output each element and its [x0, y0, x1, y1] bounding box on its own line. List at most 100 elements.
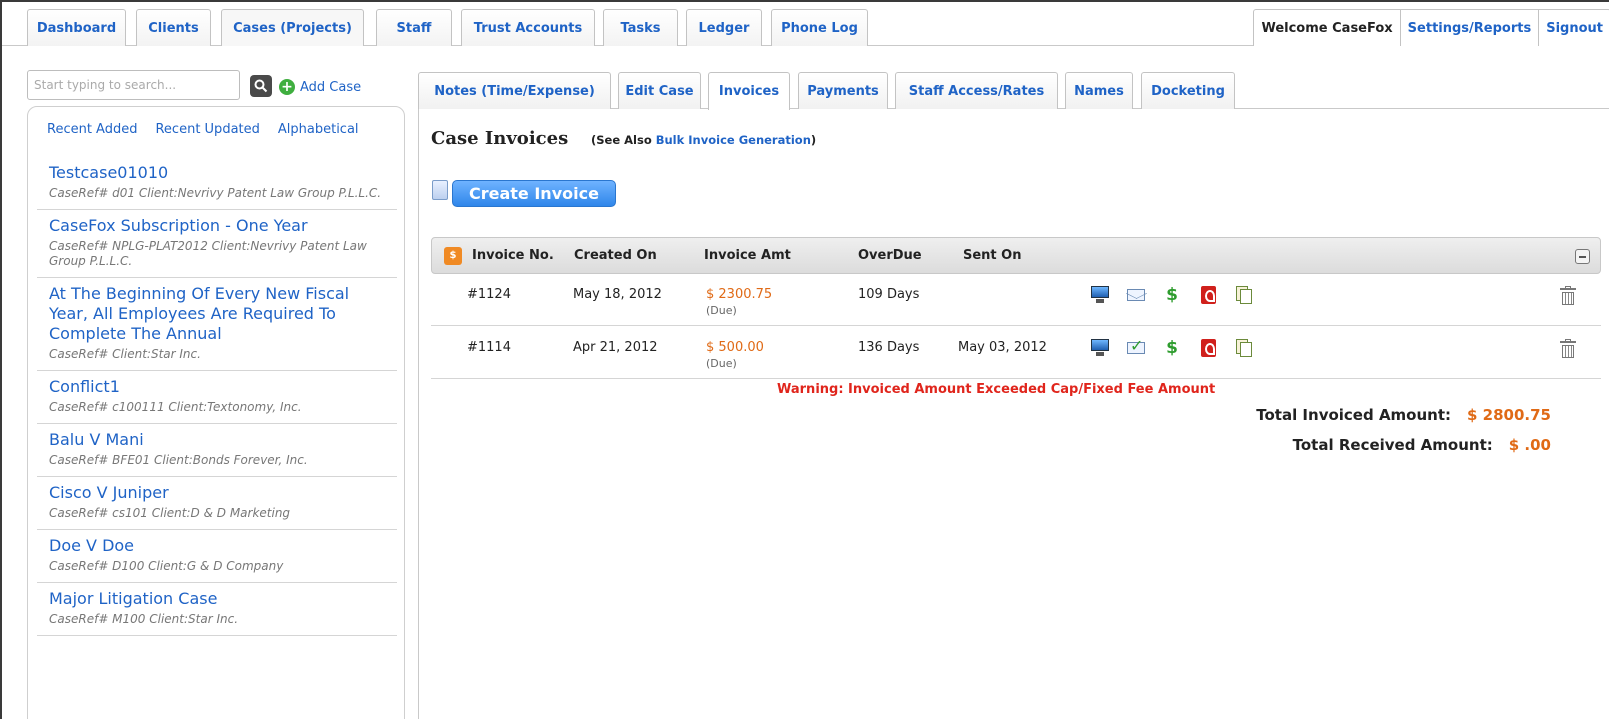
total-invoiced: Total Invoiced Amount: $ 2800.75: [1256, 406, 1551, 424]
row-actions: $: [1090, 285, 1254, 305]
invoice-table-header: $ Invoice No. Created On Invoice Amt Ove…: [431, 237, 1601, 274]
settings-reports-link[interactable]: Settings/Reports: [1399, 10, 1539, 46]
tab-cases[interactable]: Cases (Projects): [221, 9, 364, 46]
user-menu: Welcome CaseFox Settings/Reports Signout: [1253, 9, 1609, 46]
add-case-button[interactable]: + Add Case: [279, 78, 361, 96]
list-item[interactable]: Major Litigation Case CaseRef# M100 Clie…: [37, 583, 397, 636]
list-item[interactable]: Balu V Mani CaseRef# BFE01 Client:Bonds …: [37, 424, 397, 477]
payment-icon[interactable]: $: [1162, 285, 1182, 305]
case-title[interactable]: Testcase01010: [49, 163, 385, 183]
case-title[interactable]: CaseFox Subscription - One Year: [49, 216, 385, 236]
delete-icon[interactable]: [1559, 339, 1577, 359]
case-meta: CaseRef# NPLG-PLAT2012 Client:Nevrivy Pa…: [49, 239, 367, 268]
total-received-label: Total Received Amount:: [1292, 436, 1493, 454]
pdf-icon[interactable]: [1198, 338, 1218, 358]
invoice-status: (Due): [706, 304, 737, 317]
tab-dashboard[interactable]: Dashboard: [27, 9, 126, 46]
total-invoiced-value: $ 2800.75: [1467, 406, 1551, 424]
case-title[interactable]: Doe V Doe: [49, 536, 385, 556]
see-also-prefix: (See Also: [591, 133, 656, 147]
case-meta: CaseRef# M100 Client:Star Inc.: [49, 612, 239, 626]
case-meta: CaseRef# D100 Client:G & D Company: [49, 559, 284, 573]
email-icon[interactable]: [1126, 285, 1146, 305]
payment-icon[interactable]: $: [1162, 338, 1182, 358]
case-title[interactable]: Cisco V Juniper: [49, 483, 385, 503]
total-invoiced-label: Total Invoiced Amount:: [1256, 406, 1452, 424]
tab-names[interactable]: Names: [1065, 72, 1133, 109]
col-overdue[interactable]: OverDue: [858, 248, 922, 263]
create-invoice-button[interactable]: Create Invoice: [452, 180, 616, 207]
invoice-created: May 18, 2012: [573, 287, 662, 302]
tab-payments[interactable]: Payments: [798, 72, 888, 109]
tab-docketing[interactable]: Docketing: [1141, 72, 1235, 109]
tab-phone-log[interactable]: Phone Log: [771, 9, 868, 46]
col-invoice-amt[interactable]: Invoice Amt: [704, 248, 791, 263]
signout-link[interactable]: Signout: [1538, 10, 1609, 46]
invoice-status: (Due): [706, 357, 737, 370]
tab-ledger[interactable]: Ledger: [686, 9, 762, 46]
sort-recent-updated[interactable]: Recent Updated: [155, 122, 259, 137]
sort-alphabetical[interactable]: Alphabetical: [278, 122, 359, 137]
case-list-panel: Recent Added Recent Updated Alphabetical…: [27, 106, 405, 719]
plus-icon: +: [279, 79, 295, 95]
list-item[interactable]: At The Beginning Of Every New Fiscal Yea…: [37, 278, 397, 371]
tab-clients[interactable]: Clients: [136, 9, 211, 46]
see-also-suffix: ): [810, 133, 817, 147]
add-case-label: Add Case: [300, 79, 362, 95]
content-divider: [418, 109, 419, 719]
tab-edit-case[interactable]: Edit Case: [618, 72, 701, 109]
top-nav: Dashboard Clients Cases (Projects) Staff…: [2, 2, 1609, 46]
invoice-number[interactable]: #1114: [467, 340, 511, 355]
tab-tasks[interactable]: Tasks: [603, 9, 678, 46]
sort-links: Recent Added Recent Updated Alphabetical: [47, 122, 359, 137]
list-item[interactable]: Doe V Doe CaseRef# D100 Client:G & D Com…: [37, 530, 397, 583]
tab-staff[interactable]: Staff: [376, 9, 452, 46]
col-invoice-no[interactable]: Invoice No.: [472, 248, 554, 263]
invoice-amount: $ 500.00: [706, 340, 764, 355]
tab-invoices[interactable]: Invoices: [708, 72, 790, 110]
collapse-icon[interactable]: [1575, 249, 1590, 264]
case-title[interactable]: Major Litigation Case: [49, 589, 385, 609]
list-item[interactable]: Cisco V Juniper CaseRef# cs101 Client:D …: [37, 477, 397, 530]
create-invoice-group: Create Invoice: [432, 179, 616, 207]
tab-notes[interactable]: Notes (Time/Expense): [418, 72, 611, 109]
invoice-created: Apr 21, 2012: [573, 340, 658, 355]
col-created-on[interactable]: Created On: [574, 248, 657, 263]
copy-icon[interactable]: [1234, 338, 1254, 358]
case-title[interactable]: Balu V Mani: [49, 430, 385, 450]
row-actions: ✓ $: [1090, 336, 1254, 358]
list-item[interactable]: Testcase01010 CaseRef# d01 Client:Nevriv…: [37, 157, 397, 210]
case-meta: CaseRef# BFE01 Client:Bonds Forever, Inc…: [49, 453, 308, 467]
case-title[interactable]: Conflict1: [49, 377, 385, 397]
invoice-number[interactable]: #1124: [467, 287, 511, 302]
see-also-note: (See Also Bulk Invoice Generation): [591, 133, 816, 147]
bulk-invoice-link[interactable]: Bulk Invoice Generation: [656, 133, 811, 147]
tab-staff-access[interactable]: Staff Access/Rates: [895, 72, 1058, 109]
page-title: Case Invoices: [431, 128, 569, 149]
email-sent-icon[interactable]: ✓: [1126, 336, 1146, 358]
col-sent-on[interactable]: Sent On: [963, 248, 1021, 263]
search-button[interactable]: [250, 75, 272, 97]
case-meta: CaseRef# c100111 Client:Textonomy, Inc.: [49, 400, 302, 414]
copy-icon[interactable]: [1234, 285, 1254, 305]
list-item[interactable]: Conflict1 CaseRef# c100111 Client:Texton…: [37, 371, 397, 424]
app-window: Dashboard Clients Cases (Projects) Staff…: [2, 2, 1609, 719]
total-received: Total Received Amount: $ .00: [1293, 436, 1551, 454]
pdf-icon[interactable]: [1198, 285, 1218, 305]
search-icon: [254, 79, 268, 93]
delete-icon[interactable]: [1559, 286, 1577, 306]
table-row: #1114 Apr 21, 2012 $ 500.00 (Due) 136 Da…: [431, 327, 1601, 379]
tab-trust-accounts[interactable]: Trust Accounts: [461, 9, 595, 46]
welcome-text: Welcome CaseFox: [1261, 20, 1393, 36]
invoice-overdue: 136 Days: [858, 340, 920, 355]
invoice-overdue: 109 Days: [858, 287, 920, 302]
document-icon: [432, 179, 448, 200]
case-search-input[interactable]: [27, 70, 240, 100]
case-meta: CaseRef# cs101 Client:D & D Marketing: [49, 506, 291, 520]
sort-recent-added[interactable]: Recent Added: [47, 122, 137, 137]
case-title[interactable]: At The Beginning Of Every New Fiscal Yea…: [49, 284, 385, 344]
view-online-icon[interactable]: [1090, 338, 1110, 358]
view-online-icon[interactable]: [1090, 285, 1110, 305]
total-received-value: $ .00: [1508, 436, 1551, 454]
list-item[interactable]: CaseFox Subscription - One Year CaseRef#…: [37, 210, 397, 278]
